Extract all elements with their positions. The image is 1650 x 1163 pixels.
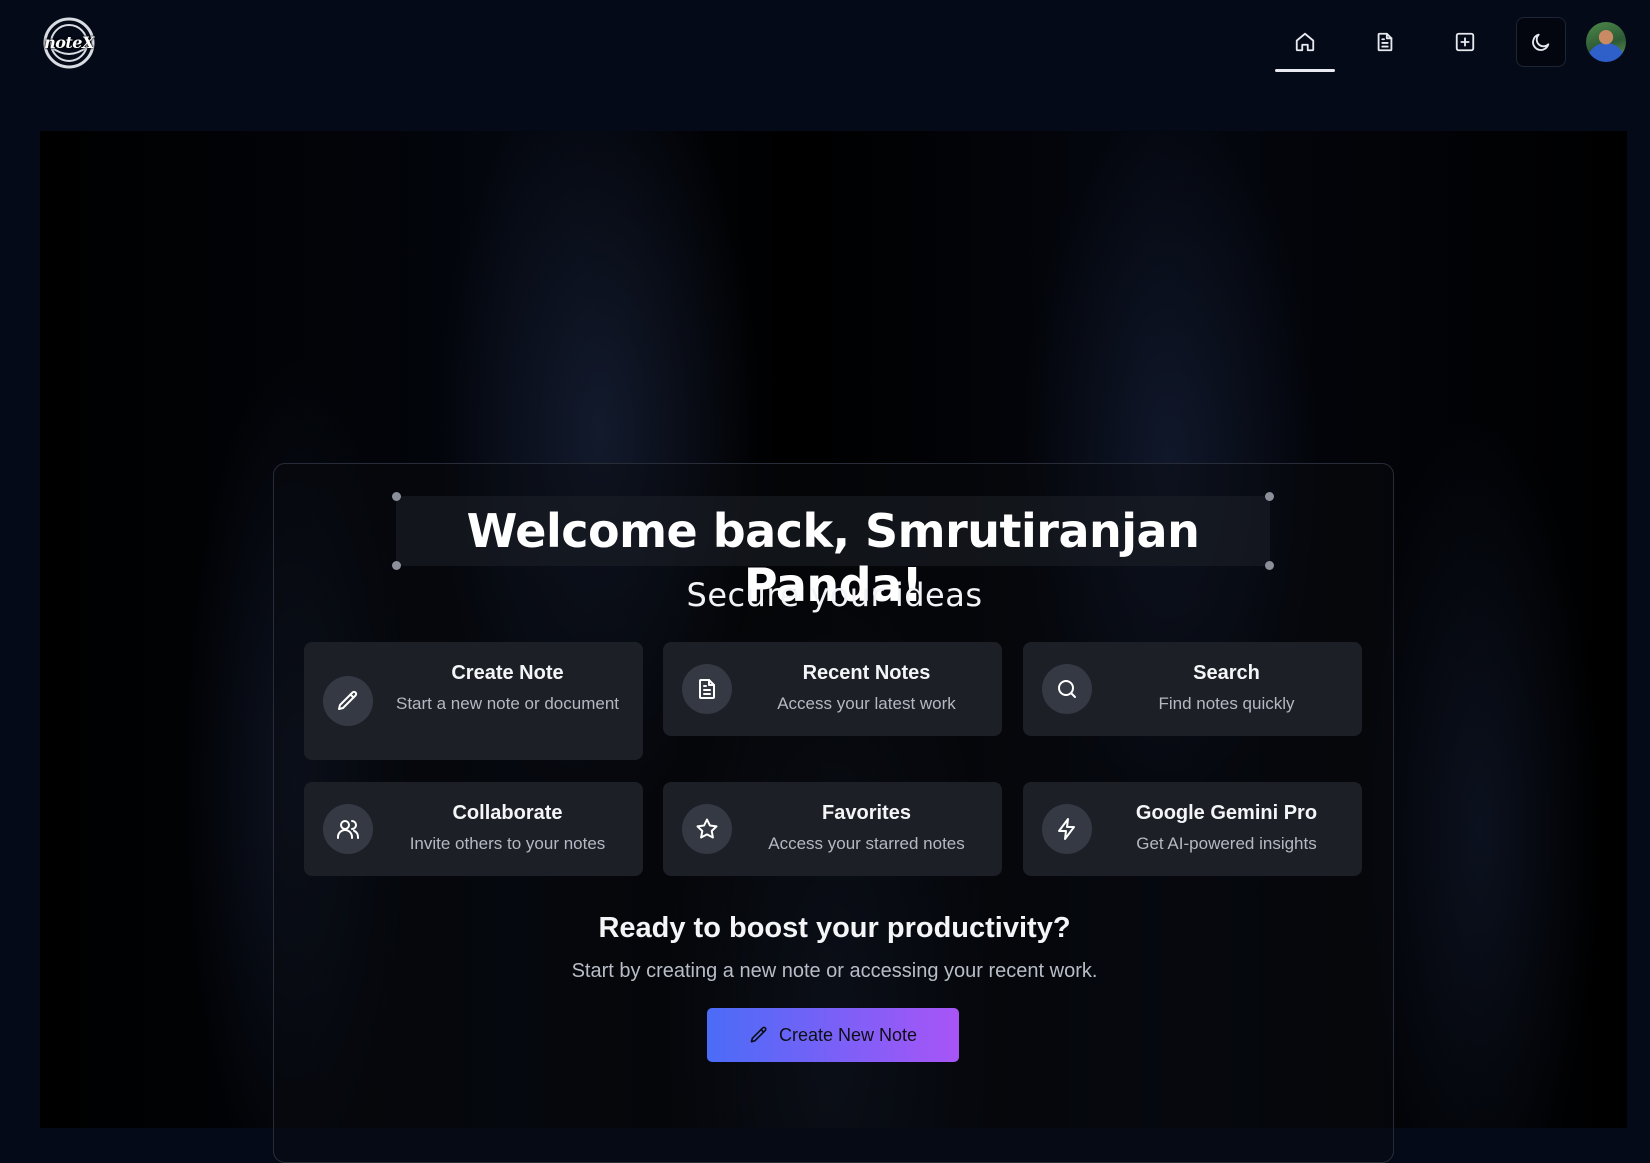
cta-heading: Ready to boost your productivity? — [598, 912, 1071, 944]
feature-description: Access your latest work — [777, 694, 956, 713]
feature-icon-circle — [323, 676, 373, 726]
pencil-icon — [750, 1026, 767, 1043]
feature-icon-circle — [1042, 804, 1092, 854]
users-icon — [337, 820, 359, 839]
feature-title: Collaborate — [452, 802, 563, 824]
add-square-icon — [1455, 32, 1475, 52]
nav-documents[interactable] — [1355, 20, 1415, 64]
document-icon — [1377, 32, 1393, 52]
feature-icon-circle — [682, 804, 732, 854]
feature-search[interactable]: Search Find notes quickly — [1023, 642, 1362, 736]
feature-description: Start a new note or document — [395, 694, 620, 713]
selection-handle[interactable] — [1265, 492, 1274, 501]
feature-text: Create Note Start a new note or document — [384, 662, 631, 716]
user-avatar[interactable] — [1586, 22, 1626, 62]
home-icon — [1295, 32, 1315, 52]
nav-home[interactable] — [1275, 20, 1335, 72]
create-new-note-label: Create New Note — [778, 1024, 918, 1045]
top-navbar: noteX — [0, 0, 1650, 92]
logo-text: noteX — [44, 33, 94, 52]
search-icon — [1058, 680, 1076, 698]
feature-title: Recent Notes — [802, 662, 931, 684]
feature-text: Google Gemini Pro Get AI-powered insight… — [1103, 802, 1350, 856]
feature-title: Favorites — [822, 802, 911, 824]
feature-text: Search Find notes quickly — [1103, 662, 1350, 716]
moon-icon — [1532, 33, 1550, 51]
feature-title: Search — [1193, 662, 1260, 684]
feature-description: Find notes quickly — [1158, 694, 1295, 713]
feature-title: Create Note — [451, 662, 564, 684]
notex-logo[interactable]: noteX — [42, 17, 96, 69]
welcome-heading-box: Welcome back, Smrutiranjan Panda! — [392, 492, 1274, 612]
feature-recent-notes[interactable]: Recent Notes Access your latest work — [663, 642, 1002, 736]
feature-description: Access your starred notes — [768, 834, 965, 853]
feature-text: Favorites Access your starred notes — [743, 802, 990, 856]
feature-icon-circle — [323, 804, 373, 854]
selection-handle[interactable] — [392, 492, 401, 501]
tagline: Secure your ideas — [686, 576, 983, 614]
nav-new-note[interactable] — [1435, 20, 1495, 64]
create-new-note-button[interactable]: Create New Note — [707, 1008, 959, 1062]
cta-subtext: Start by creating a new note or accessin… — [571, 960, 1098, 982]
hero-section: Welcome back, Smrutiranjan Panda! Secure… — [40, 131, 1627, 1163]
feature-favorites[interactable]: Favorites Access your starred notes — [663, 782, 1002, 876]
feature-collaborate[interactable]: Collaborate Invite others to your notes — [304, 782, 643, 876]
feature-text: Collaborate Invite others to your notes — [384, 802, 631, 856]
feature-text: Recent Notes Access your latest work — [743, 662, 990, 716]
feature-description: Get AI-powered insights — [1136, 834, 1317, 853]
feature-icon-circle — [1042, 664, 1092, 714]
feature-description: Invite others to your notes — [409, 834, 606, 853]
welcome-card: Welcome back, Smrutiranjan Panda! Secure… — [273, 463, 1394, 1163]
feature-title: Google Gemini Pro — [1135, 802, 1318, 824]
feature-create-note[interactable]: Create Note Start a new note or document — [304, 642, 643, 760]
pencil-icon — [338, 690, 358, 710]
lightning-icon — [1058, 818, 1075, 840]
document-icon — [699, 679, 715, 699]
feature-gemini-pro[interactable]: Google Gemini Pro Get AI-powered insight… — [1023, 782, 1362, 876]
theme-toggle-button[interactable] — [1516, 17, 1566, 67]
feature-icon-circle — [682, 664, 732, 714]
star-icon — [696, 818, 718, 839]
